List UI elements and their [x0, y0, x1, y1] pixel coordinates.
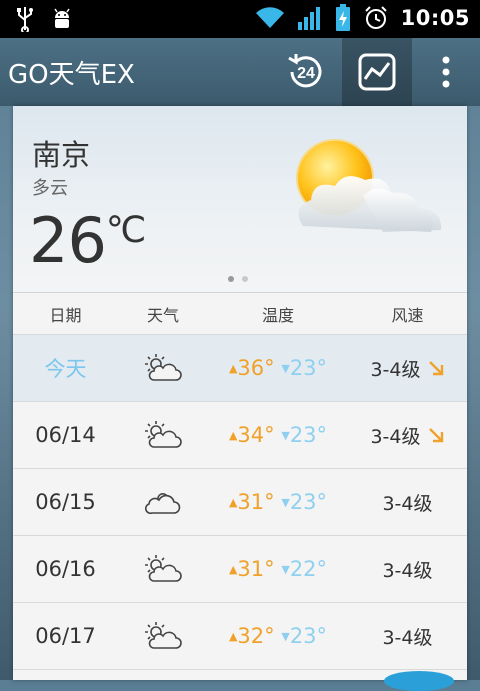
row-low: 23° — [289, 423, 328, 447]
header-weather: 天气 — [146, 305, 179, 325]
header-temp: 温度 — [261, 305, 294, 325]
wifi-icon — [255, 7, 284, 29]
current-weather-panel[interactable]: 南京 多云 26℃ — [13, 106, 467, 293]
wind-direction-arrow-icon — [428, 361, 443, 376]
row-temperature: ▲36° ▼23° — [228, 356, 328, 380]
current-condition: 多云 — [32, 178, 68, 199]
row-high: 32° — [237, 624, 275, 648]
24-hour-label: 24 — [297, 65, 315, 82]
partly-cloudy-icon — [145, 622, 182, 649]
page-dot-2 — [242, 276, 248, 282]
trend-chart-icon — [358, 53, 396, 91]
row-temperature: ▲31° ▼23° — [228, 490, 328, 514]
action-bar: GO天气EX 24 — [0, 38, 480, 106]
row-high: 31° — [237, 557, 275, 581]
24-hour-forecast-button[interactable]: 24 — [274, 38, 338, 106]
overflow-menu-button[interactable] — [418, 38, 474, 106]
wind-direction-arrow-icon — [428, 428, 443, 443]
row-low: 22° — [289, 557, 328, 581]
battery-charging-icon — [335, 4, 350, 31]
row-wind: 3-4级 — [370, 425, 421, 448]
row-low: 23° — [289, 356, 328, 380]
bottom-floating-button[interactable] — [384, 671, 454, 691]
row-wind: 3-4级 — [382, 492, 433, 515]
weather-card: 南京 多云 26℃ 日期 天气 温度 风速 今天 ▲36° ▼23° 3-4级 … — [13, 106, 467, 680]
app-title: GO天气EX — [8, 60, 135, 90]
row-high: 31° — [237, 490, 275, 514]
forecast-row[interactable]: 06/17 ▲32° ▼23° 3-4级 — [13, 603, 467, 670]
row-temperature: ▲34° ▼23° — [228, 423, 328, 447]
alarm-icon — [364, 6, 387, 29]
row-low: 23° — [289, 624, 328, 648]
row-wind: 3-4级 — [370, 358, 421, 381]
header-wind: 风速 — [391, 305, 424, 325]
partly-cloudy-icon — [145, 354, 182, 381]
page-dot-1 — [228, 276, 234, 282]
more-vert-icon — [442, 56, 450, 88]
24-hour-icon: 24 — [288, 54, 322, 88]
current-temperature: 26℃ — [29, 204, 146, 277]
row-date: 06/14 — [35, 423, 96, 447]
usb-icon — [17, 7, 33, 32]
cloudy-icon — [145, 493, 181, 515]
forecast-row-today[interactable]: 今天 ▲36° ▼23° 3-4级 — [13, 335, 467, 402]
forecast-header: 日期 天气 温度 风速 — [13, 293, 467, 335]
row-date: 06/16 — [35, 557, 96, 581]
page-indicator — [228, 276, 248, 282]
row-temperature: ▲31° ▼22° — [228, 557, 328, 581]
header-date: 日期 — [49, 305, 82, 325]
temperature-value: 26 — [29, 204, 107, 277]
partly-cloudy-large-icon — [296, 139, 442, 232]
city-name: 南京 — [32, 138, 91, 172]
forecast-row[interactable]: 06/16 ▲31° ▼22° 3-4级 — [13, 536, 467, 603]
row-date: 06/15 — [35, 490, 96, 514]
clock-time: 10:05 — [400, 6, 470, 30]
signal-icon — [297, 7, 320, 30]
forecast-row[interactable]: 06/15 ▲31° ▼23° 3-4级 — [13, 469, 467, 536]
row-wind: 3-4级 — [382, 559, 433, 582]
row-temperature: ▲32° ▼23° — [228, 624, 328, 648]
android-debug-icon — [54, 8, 70, 28]
row-date: 今天 — [44, 357, 87, 381]
partly-cloudy-icon — [145, 421, 182, 448]
row-date: 06/17 — [35, 624, 96, 648]
row-wind: 3-4级 — [382, 626, 433, 649]
row-high: 36° — [237, 356, 275, 380]
row-high: 34° — [237, 423, 275, 447]
row-low: 23° — [289, 490, 328, 514]
temperature-unit: ℃ — [105, 210, 147, 251]
partly-cloudy-icon — [145, 555, 182, 582]
forecast-row[interactable]: 06/14 ▲34° ▼23° 3-4级 — [13, 402, 467, 469]
trend-chart-button[interactable] — [342, 38, 412, 106]
status-bar: 10:05 — [0, 0, 480, 38]
